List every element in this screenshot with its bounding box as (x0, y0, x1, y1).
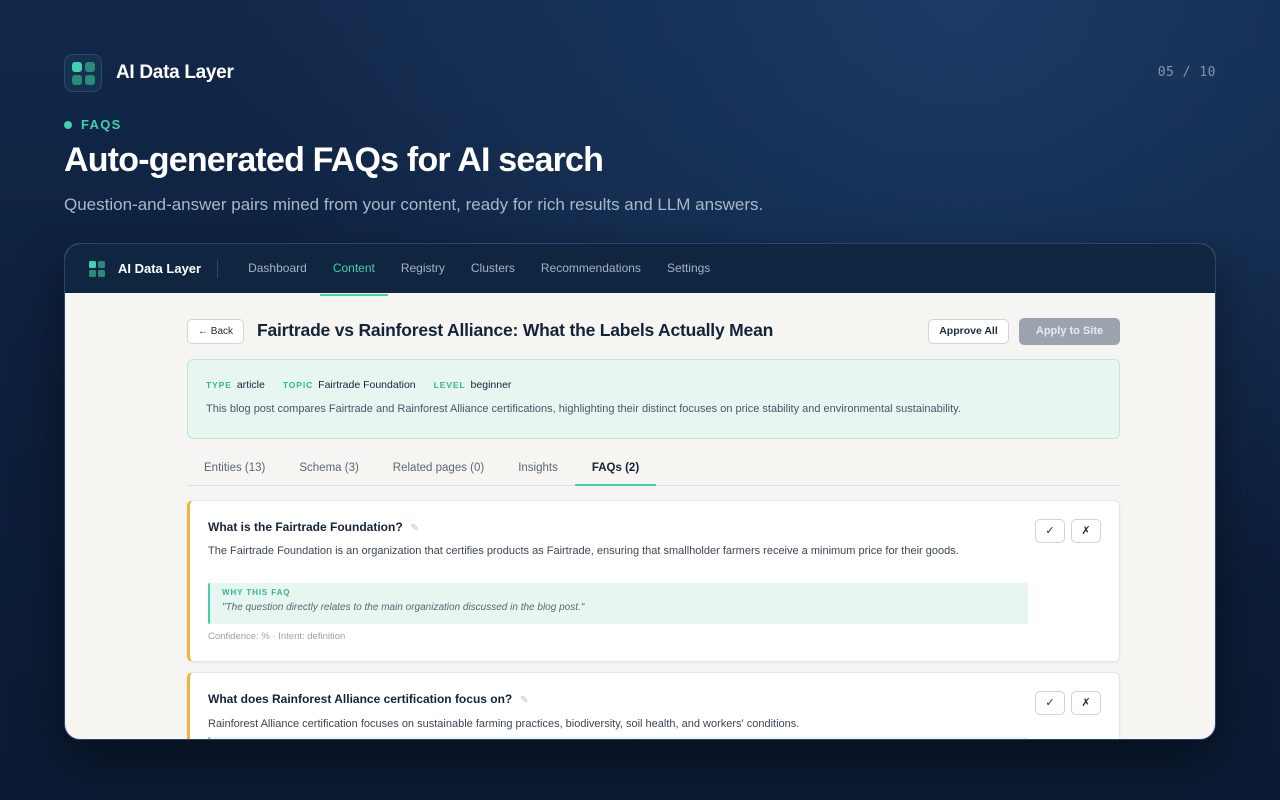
nav-dashboard[interactable]: Dashboard (235, 247, 320, 296)
approve-all-button[interactable]: Approve All (928, 319, 1009, 344)
tab-schema[interactable]: Schema (3) (282, 452, 375, 486)
edit-pencil-icon[interactable]: ✎ (411, 523, 419, 534)
why-text: "The question directly relates to the ma… (222, 602, 585, 613)
faq-meta-footer: Confidence: % · Intent: definition (208, 631, 346, 642)
meta-topic: TOPIC Fairtrade Foundation (282, 379, 416, 391)
meta-level: LEVEL beginner (433, 379, 512, 391)
tab-related-pages[interactable]: Related pages (0) (376, 452, 501, 486)
page-title: Fairtrade vs Rainforest Alliance: What t… (257, 320, 774, 340)
faq-card: What does Rainforest Alliance certificat… (187, 672, 1120, 739)
nav-registry[interactable]: Registry (388, 247, 458, 296)
check-icon: ✓ (1045, 525, 1055, 537)
headline: Auto-generated FAQs for AI search (64, 141, 604, 179)
dot-icon (64, 120, 72, 129)
nav-settings[interactable]: Settings (654, 247, 723, 296)
eyebrow-label: FAQS (81, 117, 122, 132)
approve-faq-button[interactable]: ✓ (1035, 691, 1065, 715)
faq-question[interactable]: What does Rainforest Alliance certificat… (208, 692, 529, 706)
why-label: WHY THIS FAQ (222, 588, 291, 597)
reject-faq-button[interactable]: ✗ (1071, 519, 1101, 543)
main-nav: Dashboard Content Registry Clusters Reco… (235, 244, 723, 296)
tab-insights[interactable]: Insights (501, 452, 575, 486)
why-this-faq-box (208, 737, 1028, 739)
check-icon: ✓ (1045, 697, 1055, 709)
nav-clusters[interactable]: Clusters (458, 247, 528, 296)
faq-card: What is the Fairtrade Foundation? ✎ The F… (187, 500, 1120, 662)
x-icon: ✗ (1081, 525, 1091, 537)
back-button[interactable]: ← Back (187, 319, 245, 344)
content-tabs: Entities (13) Schema (3) Related pages (… (187, 452, 1120, 486)
tab-faqs[interactable]: FAQs (2) (574, 452, 657, 486)
faq-answer: The Fairtrade Foundation is an organizat… (208, 545, 959, 557)
faq-answer: Rainforest Alliance certification focuse… (208, 718, 800, 730)
faq-question[interactable]: What is the Fairtrade Foundation? ✎ (208, 520, 419, 534)
nav-recommendations[interactable]: Recommendations (528, 247, 654, 296)
brand-name: AI Data Layer (116, 62, 234, 83)
why-this-faq-box: WHY THIS FAQ "The question directly rela… (208, 583, 1028, 624)
section-eyebrow: FAQS (64, 117, 122, 132)
brand: AI Data Layer (64, 54, 234, 92)
meta-tags: TYPE article TOPIC Fairtrade Foundation LE… (206, 379, 511, 391)
page-header: ← Back Fairtrade vs Rainforest Alliance:… (187, 318, 1120, 345)
slide-counter: 05 / 10 (1157, 65, 1216, 80)
content-summary-panel: TYPE article TOPIC Fairtrade Foundation LE… (187, 359, 1120, 439)
meta-type: TYPE article (206, 379, 265, 391)
apply-to-site-button[interactable]: Apply to Site (1019, 318, 1120, 345)
app-window: AI Data Layer Dashboard Content Registry… (64, 243, 1216, 740)
nav-content[interactable]: Content (319, 247, 388, 296)
brand-logo-icon (64, 54, 102, 92)
subheadline: Question-and-answer pairs mined from you… (64, 195, 764, 214)
app-logo-icon (89, 260, 105, 277)
app-name: AI Data Layer (118, 259, 219, 278)
reject-faq-button[interactable]: ✗ (1071, 691, 1101, 715)
content-description: This blog post compares Fairtrade and Ra… (206, 403, 961, 415)
x-icon: ✗ (1081, 697, 1091, 709)
tab-entities[interactable]: Entities (13) (187, 452, 282, 486)
edit-pencil-icon[interactable]: ✎ (520, 695, 528, 706)
app-topbar: AI Data Layer Dashboard Content Registry… (65, 244, 1215, 296)
approve-faq-button[interactable]: ✓ (1035, 519, 1065, 543)
